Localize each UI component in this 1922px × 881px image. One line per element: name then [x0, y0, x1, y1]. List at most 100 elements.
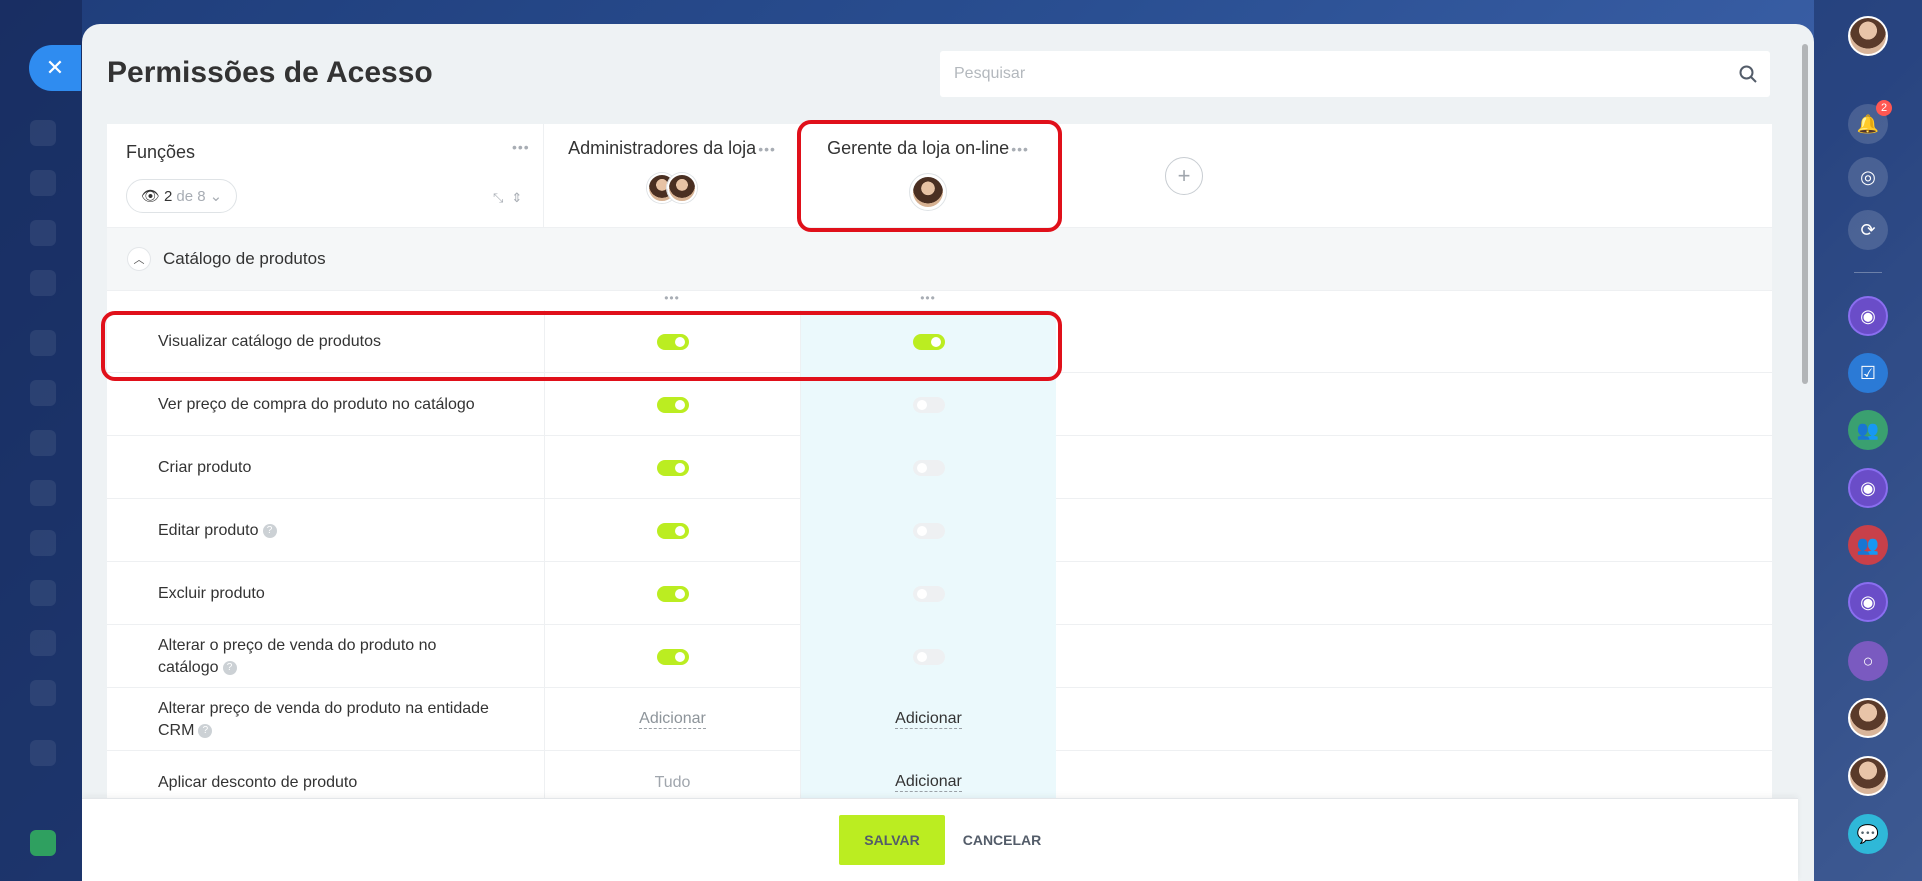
contact-button[interactable]: ○	[1848, 641, 1888, 681]
permission-toggle[interactable]	[656, 396, 689, 413]
permission-toggle[interactable]	[912, 522, 945, 539]
chat-button[interactable]: 💬	[1848, 814, 1888, 854]
permission-name: Excluir produto	[158, 585, 265, 602]
table-row: Criar produto	[107, 436, 1772, 499]
notification-count-badge: 2	[1876, 100, 1892, 116]
visible-roles-selector[interactable]: 👁 2 de 8 ⌄	[126, 179, 238, 213]
save-button[interactable]: SALVAR	[839, 815, 945, 865]
close-slider-button[interactable]: ✕	[29, 45, 81, 91]
admin-cell	[544, 310, 800, 373]
help-icon[interactable]: ?	[222, 660, 237, 675]
openline-icon: ◉	[1860, 591, 1876, 612]
add-permission-link[interactable]: Adicionar	[895, 773, 962, 792]
search-box[interactable]	[940, 51, 1770, 97]
permission-toggle[interactable]	[912, 396, 945, 413]
manager-cell	[800, 373, 1056, 436]
column-menus-row: ••• •••	[107, 291, 1772, 310]
search-input[interactable]	[940, 65, 1726, 83]
role-name[interactable]: Administradores da loja	[568, 138, 756, 158]
role-column-admins: Administradores da loja •••	[544, 124, 800, 228]
ghost-icon	[30, 580, 56, 606]
ghost-icon	[30, 480, 56, 506]
ghost-icon	[30, 740, 56, 766]
plus-icon: +	[1177, 163, 1191, 188]
openline-button[interactable]: ◉	[1848, 296, 1888, 336]
permission-toggle[interactable]	[912, 333, 945, 350]
scrollbar[interactable]	[1802, 44, 1808, 384]
expand-all-icon[interactable]: ⇕	[511, 190, 522, 206]
background-left-strip	[0, 0, 82, 881]
rail-divider	[1854, 272, 1882, 273]
user-avatar[interactable]	[1848, 16, 1888, 56]
permission-toggle[interactable]	[912, 648, 945, 665]
permission-toggle[interactable]	[912, 459, 945, 476]
help-icon[interactable]: ?	[198, 723, 213, 738]
roles-label: Funções	[126, 142, 196, 162]
circle-icon: ○	[1862, 650, 1874, 671]
bell-icon: 🔔	[1856, 113, 1880, 134]
visible-total: de 8	[176, 187, 206, 205]
role-menu-icon[interactable]: •••	[758, 141, 776, 157]
permission-toggle[interactable]	[656, 648, 689, 665]
permission-toggle[interactable]	[656, 333, 689, 350]
chevron-up-icon[interactable]: ︿	[127, 247, 151, 271]
table-row: Ver preço de compra do produto no catálo…	[107, 373, 1772, 436]
permission-name: Visualizar catálogo de produtos	[158, 333, 381, 350]
permission-toggle[interactable]	[656, 459, 689, 476]
cancel-button[interactable]: CANCELAR	[952, 815, 1052, 865]
section-header[interactable]: ︿ Catálogo de produtos	[107, 228, 1772, 291]
permission-name: Criar produto	[158, 459, 252, 476]
search-icon[interactable]	[1726, 65, 1770, 83]
notifications-button[interactable]: 🔔 2	[1848, 100, 1892, 144]
manager-cell	[800, 436, 1056, 499]
table-header: Funções ••• 👁 2 de 8 ⌄ ⤡ ⇕ Administrador…	[107, 124, 1772, 228]
column-menu-icon[interactable]: •••	[800, 291, 1056, 305]
openline-button-2[interactable]: ◉	[1848, 468, 1888, 508]
contact-avatar-2[interactable]	[1848, 756, 1888, 796]
table-row: Alterar o preço de venda do produto no c…	[107, 625, 1772, 688]
access-permissions-panel: Permissões de Acesso Funções ••• 👁 2 de …	[82, 24, 1814, 881]
permission-toggle[interactable]	[656, 585, 689, 602]
group-chat-button-2[interactable]: 👥	[1848, 525, 1888, 565]
admin-cell	[544, 373, 800, 436]
eye-icon: 👁	[141, 188, 161, 205]
target-icon-button[interactable]: ◎	[1848, 157, 1888, 197]
ghost-icon	[30, 120, 56, 146]
users-icon: 👥	[1856, 419, 1880, 440]
role-menu-icon[interactable]: •••	[1011, 141, 1029, 157]
table-row: Visualizar catálogo de produtos	[107, 310, 1772, 373]
right-sidebar: 🔔 2 ◎ ⟳ ◉ ☑ 👥 ◉ 👥 ◉ ○ 💬	[1814, 0, 1922, 881]
ghost-icon	[30, 430, 56, 456]
tasks-button[interactable]: ☑	[1848, 353, 1888, 393]
admin-cell	[544, 499, 800, 562]
help-icon[interactable]: ?	[262, 523, 277, 538]
roles-menu-icon[interactable]: •••	[512, 139, 530, 155]
add-role-button[interactable]: +	[1165, 157, 1203, 195]
ghost-icon	[30, 220, 56, 246]
add-permission-link[interactable]: Adicionar	[639, 710, 706, 729]
ghost-icon	[30, 530, 56, 556]
chat-icon: 💬	[1856, 823, 1880, 844]
contact-avatar[interactable]	[1848, 698, 1888, 738]
group-chat-button[interactable]: 👥	[1848, 410, 1888, 450]
chevron-down-icon: ⌄	[209, 188, 223, 205]
role-members[interactable]	[544, 173, 800, 203]
manager-cell	[800, 562, 1056, 625]
sync-icon: ⟳	[1860, 219, 1876, 240]
table-row: Excluir produto	[107, 562, 1772, 625]
permission-value[interactable]: Tudo	[655, 774, 691, 792]
ghost-icon	[30, 270, 56, 296]
add-permission-link[interactable]: Adicionar	[895, 710, 962, 729]
roles-column-header: Funções ••• 👁 2 de 8 ⌄ ⤡ ⇕	[107, 124, 544, 228]
openline-button-3[interactable]: ◉	[1848, 582, 1888, 622]
collapse-all-icon[interactable]: ⤡	[493, 190, 503, 206]
role-members[interactable]	[800, 173, 1056, 211]
column-menu-icon[interactable]: •••	[544, 291, 800, 305]
table-row: Alterar preço de venda do produto na ent…	[107, 688, 1772, 751]
sync-icon-button[interactable]: ⟳	[1848, 210, 1888, 250]
ghost-icon	[30, 630, 56, 656]
permission-toggle[interactable]	[656, 522, 689, 539]
table-row: Editar produto?	[107, 499, 1772, 562]
role-name[interactable]: Gerente da loja on-line	[827, 138, 1009, 158]
permission-toggle[interactable]	[912, 585, 945, 602]
